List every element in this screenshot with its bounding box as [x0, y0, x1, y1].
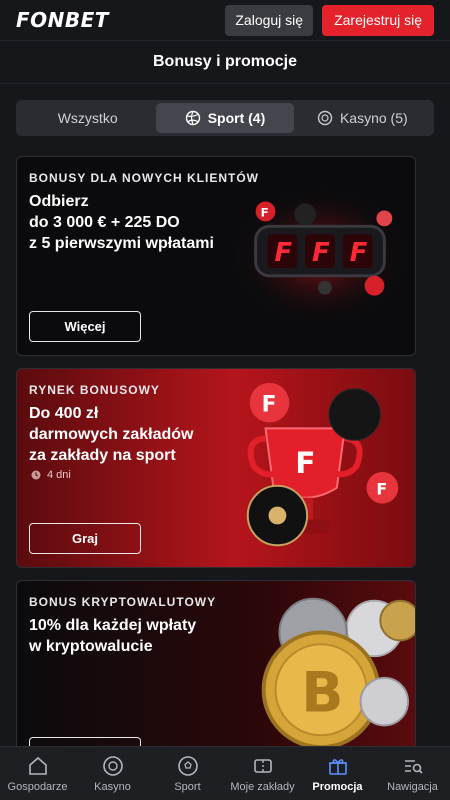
promo-duration: 4 dni	[31, 469, 71, 481]
promo-category: RYNEK BONUSOWY	[29, 383, 160, 397]
promo-card-new-clients[interactable]: F F F F BONUSY DLA NOWYCH KLIENTÓW Odbie…	[16, 156, 416, 356]
svg-text:F: F	[350, 238, 368, 268]
tab-all[interactable]: Wszystko	[19, 103, 156, 133]
tab-label: Sport (4)	[207, 110, 266, 126]
nav-label: Gospodarze	[7, 780, 68, 793]
top-bar: FONBET Zaloguj się Zarejestruj się	[0, 0, 450, 40]
tab-label: Kasyno (5)	[339, 110, 408, 126]
nav-label: Promocja	[312, 780, 363, 793]
bottom-nav: Gospodarze Kasyno Sport Moje zakłady Pro…	[0, 746, 450, 800]
nav-item-sport[interactable]: Sport	[150, 747, 225, 800]
casino-chip-icon	[102, 755, 123, 776]
svg-text:F: F	[295, 446, 315, 481]
logo[interactable]: FONBET	[16, 8, 109, 32]
svg-text:F: F	[261, 205, 269, 219]
promo-text: 10% dla każdej wpłaty w kryptowalucie	[29, 615, 249, 657]
promo-card-bonus-market[interactable]: F F F RYNEK BONUSOWY Do 400 zł darmowych…	[16, 368, 416, 568]
nav-item-gospodarze[interactable]: Gospodarze	[0, 747, 75, 800]
promo-text-line: 10% dla każdej wpłaty	[29, 617, 197, 634]
promo-text-line: Odbierz	[29, 193, 89, 210]
soccer-ball-icon	[177, 755, 198, 776]
menu-search-icon	[404, 759, 423, 774]
tab-casino[interactable]: Kasyno (5)	[294, 103, 431, 133]
auth-actions: Zaloguj się Zarejestruj się	[225, 4, 434, 36]
tab-sport[interactable]: Sport (4)	[156, 103, 294, 133]
nav-item-kasyno[interactable]: Kasyno	[75, 747, 150, 800]
svg-text:F: F	[376, 480, 387, 499]
register-button[interactable]: Zarejestruj się	[322, 4, 434, 36]
more-button[interactable]: Więcej	[29, 311, 141, 342]
promo-text: Do 400 zł darmowych zakładów za zakłady …	[29, 403, 249, 466]
promo-category: BONUS KRYPTOWALUTOWY	[29, 595, 217, 609]
page-header: Bonusy i promocje	[0, 40, 450, 84]
clock-icon	[31, 470, 41, 480]
slot-reels-art: F F F F	[230, 186, 410, 326]
promo-text-line: do 3 000 € + 225 DO	[29, 214, 180, 231]
promo-text-line: Do 400 zł	[29, 405, 99, 422]
svg-text:B: B	[301, 662, 343, 726]
gift-icon	[328, 758, 347, 775]
svg-text:F: F	[274, 238, 292, 268]
svg-text:F: F	[312, 238, 330, 268]
play-button[interactable]: Graj	[29, 523, 141, 554]
nav-label: Nawigacja	[387, 780, 438, 793]
nav-label: Sport	[174, 780, 201, 793]
promo-card-crypto[interactable]: B BONUS KRYPTOWALUTOWY 10% dla każdej wp…	[16, 580, 416, 760]
promo-text-line: za zakłady na sport	[29, 447, 176, 464]
promo-text-line: z 5 pierwszymi wpłatami	[29, 235, 214, 252]
promo-text-line: w kryptowalucie	[29, 638, 153, 655]
nav-item-moje-zaklady[interactable]: Moje zakłady	[225, 747, 300, 800]
tab-label: Wszystko	[57, 110, 118, 126]
promo-category: BONUSY DLA NOWYCH KLIENTÓW	[29, 171, 259, 185]
bitcoin-coins-art: B	[261, 597, 415, 750]
nav-item-promocja[interactable]: Promocja	[300, 747, 375, 800]
ticket-icon	[253, 758, 272, 773]
svg-text:F: F	[262, 393, 277, 418]
casino-chip-icon	[317, 110, 333, 126]
nav-label: Moje zakłady	[230, 780, 295, 793]
login-button[interactable]: Zaloguj się	[225, 4, 314, 36]
promo-duration-text: 4 dni	[47, 469, 71, 481]
promo-text-line: darmowych zakładów	[29, 426, 194, 443]
volleyball-icon	[185, 110, 200, 126]
page-title: Bonusy i promocje	[152, 53, 298, 70]
filter-tabs: Wszystko Sport (4) Kasyno (5)	[16, 100, 434, 136]
nav-label: Kasyno	[94, 780, 131, 793]
promo-text: Odbierz do 3 000 € + 225 DO z 5 pierwszy…	[29, 191, 249, 254]
trophy-and-balls-art: F F F	[246, 382, 399, 547]
home-icon	[28, 756, 47, 775]
nav-item-nawigacja[interactable]: Nawigacja	[375, 747, 450, 800]
